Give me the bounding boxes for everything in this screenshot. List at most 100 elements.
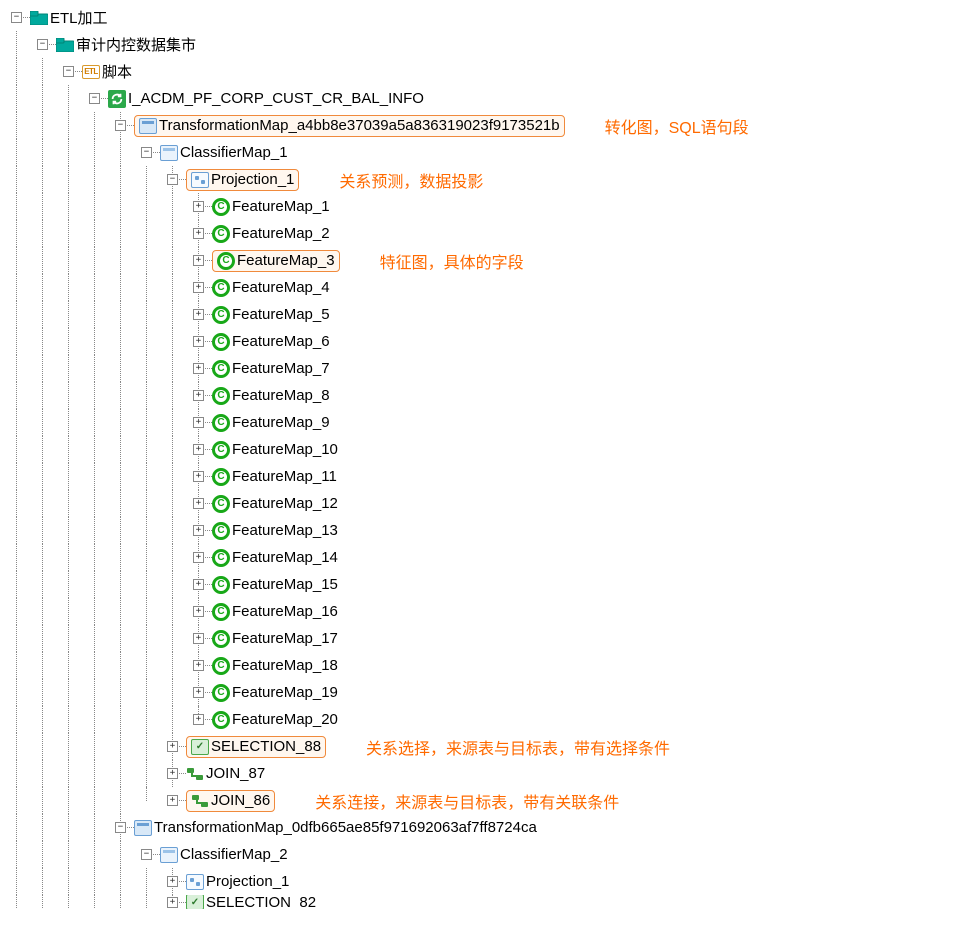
toggle-plus-icon[interactable]: + xyxy=(193,309,204,320)
toggle-plus-icon[interactable]: + xyxy=(193,552,204,563)
node-label: SELECTION_88 xyxy=(211,738,321,755)
toggle-plus-icon[interactable]: + xyxy=(167,795,178,806)
highlight-box: Projection_1 xyxy=(186,169,299,191)
tree-node-audit[interactable]: − 审计内控数据集市 xyxy=(4,31,976,58)
node-label: FeatureMap_9 xyxy=(232,414,330,431)
tree-node-transmap-1[interactable]: − TransformationMap_a4bb8e37039a5a836319… xyxy=(4,112,976,139)
node-label: FeatureMap_3 xyxy=(237,252,335,269)
toggle-plus-icon[interactable]: + xyxy=(193,417,204,428)
toggle-plus-icon[interactable]: + xyxy=(167,876,178,887)
node-label: FeatureMap_12 xyxy=(232,495,338,512)
toggle-plus-icon[interactable]: + xyxy=(193,714,204,725)
toggle-minus-icon[interactable]: − xyxy=(115,822,126,833)
tree-node-featuremap[interactable]: + CFeatureMap_4 xyxy=(4,274,976,301)
toggle-plus-icon[interactable]: + xyxy=(167,741,178,752)
tree-node-featuremap[interactable]: +CFeatureMap_6 xyxy=(4,328,976,355)
toggle-plus-icon[interactable]: + xyxy=(167,768,178,779)
tree-node-featuremap[interactable]: +CFeatureMap_5 xyxy=(4,301,976,328)
toggle-minus-icon[interactable]: − xyxy=(167,174,178,185)
tree-node-featuremap[interactable]: +CFeatureMap_10 xyxy=(4,436,976,463)
folder-icon xyxy=(30,9,48,27)
toggle-plus-icon[interactable]: + xyxy=(167,897,178,908)
featuremap-icon: C xyxy=(212,468,230,486)
tree-node-projection-1[interactable]: − Projection_1 关系预测，数据投影 xyxy=(4,166,976,193)
tree-node-featuremap[interactable]: +CFeatureMap_8 xyxy=(4,382,976,409)
tree-node-classmap-1[interactable]: − ClassifierMap_1 xyxy=(4,139,976,166)
tree-node-featuremap[interactable]: +CFeatureMap_17 xyxy=(4,625,976,652)
featuremap-icon: C xyxy=(212,522,230,540)
featuremap-icon: C xyxy=(212,603,230,621)
tree-node-join-87[interactable]: + JOIN_87 xyxy=(4,760,976,787)
featuremap-icon: C xyxy=(212,657,230,675)
tree-node-featuremap[interactable]: +CFeatureMap_3特征图，具体的字段 xyxy=(4,247,976,274)
join-icon xyxy=(191,792,209,810)
tree-node-featuremap[interactable]: +CFeatureMap_19 xyxy=(4,679,976,706)
node-label: FeatureMap_4 xyxy=(232,279,330,296)
tree-node-featuremap[interactable]: +CFeatureMap_2 xyxy=(4,220,976,247)
toggle-plus-icon[interactable]: + xyxy=(193,201,204,212)
toggle-plus-icon[interactable]: + xyxy=(193,471,204,482)
toggle-minus-icon[interactable]: − xyxy=(141,147,152,158)
node-label: FeatureMap_15 xyxy=(232,576,338,593)
node-label: FeatureMap_2 xyxy=(232,225,330,242)
toggle-minus-icon[interactable]: − xyxy=(115,120,126,131)
classifier-map-icon xyxy=(160,846,178,864)
toggle-minus-icon[interactable]: − xyxy=(89,93,100,104)
toggle-plus-icon[interactable]: + xyxy=(193,228,204,239)
featuremap-icon: C xyxy=(212,495,230,513)
featuremap-icon: C xyxy=(212,360,230,378)
tree-node-featuremap[interactable]: +CFeatureMap_11 xyxy=(4,463,976,490)
highlight-box: TransformationMap_a4bb8e37039a5a83631902… xyxy=(134,115,565,137)
toggle-plus-icon[interactable]: + xyxy=(193,363,204,374)
tree-view: − ETL加工 − 审计内控数据集市 − ETL 脚本 − I_ACDM_PF_… xyxy=(4,4,976,909)
tree-node-classmap-2[interactable]: − ClassifierMap_2 xyxy=(4,841,976,868)
toggle-minus-icon[interactable]: − xyxy=(141,849,152,860)
node-label: TransformationMap_a4bb8e37039a5a83631902… xyxy=(159,117,560,134)
toggle-plus-icon[interactable]: + xyxy=(193,282,204,293)
tree-node-selection-88[interactable]: + ✓ SELECTION_88 关系选择，来源表与目标表，带有选择条件 xyxy=(4,733,976,760)
tree-node-featuremap[interactable]: +CFeatureMap_1 xyxy=(4,193,976,220)
node-label: I_ACDM_PF_CORP_CUST_CR_BAL_INFO xyxy=(128,90,424,107)
toggle-minus-icon[interactable]: − xyxy=(63,66,74,77)
tree-node-join-86[interactable]: + JOIN_86 关系连接，来源表与目标表，带有关联条件 xyxy=(4,787,976,814)
toggle-plus-icon[interactable]: + xyxy=(193,336,204,347)
toggle-plus-icon[interactable]: + xyxy=(193,633,204,644)
tree-node-proc[interactable]: − I_ACDM_PF_CORP_CUST_CR_BAL_INFO xyxy=(4,85,976,112)
toggle-plus-icon[interactable]: + xyxy=(193,390,204,401)
tree-node-root[interactable]: − ETL加工 xyxy=(4,4,976,31)
tree-node-featuremap[interactable]: +CFeatureMap_15 xyxy=(4,571,976,598)
tree-node-featuremap[interactable]: + CFeatureMap_12 xyxy=(4,490,976,517)
selection-icon: ✓ xyxy=(191,738,209,756)
folder-icon xyxy=(56,36,74,54)
tree-node-featuremap[interactable]: +CFeatureMap_9 xyxy=(4,409,976,436)
featuremap-icon: C xyxy=(212,279,230,297)
toggle-minus-icon[interactable]: − xyxy=(11,12,22,23)
tree-node-featuremap[interactable]: +CFeatureMap_14 xyxy=(4,544,976,571)
classifier-map-icon xyxy=(160,144,178,162)
tree-node-transmap-2[interactable]: − TransformationMap_0dfb665ae85f97169206… xyxy=(4,814,976,841)
tree-node-featuremap[interactable]: +CFeatureMap_7 xyxy=(4,355,976,382)
tree-node-featuremap[interactable]: +CFeatureMap_20 xyxy=(4,706,976,733)
highlight-box: CFeatureMap_3 xyxy=(212,250,340,272)
annotation-text: 关系选择，来源表与目标表，带有选择条件 xyxy=(366,735,670,759)
etl-icon: ETL xyxy=(82,63,100,81)
node-label: ETL加工 xyxy=(50,7,108,28)
node-label: FeatureMap_18 xyxy=(232,657,338,674)
node-label: ClassifierMap_2 xyxy=(180,846,288,863)
toggle-plus-icon[interactable]: + xyxy=(193,525,204,536)
toggle-plus-icon[interactable]: + xyxy=(193,660,204,671)
toggle-plus-icon[interactable]: + xyxy=(193,606,204,617)
tree-node-featuremap[interactable]: +CFeatureMap_16 xyxy=(4,598,976,625)
featuremap-icon: C xyxy=(212,333,230,351)
toggle-plus-icon[interactable]: + xyxy=(193,687,204,698)
toggle-plus-icon[interactable]: + xyxy=(193,579,204,590)
tree-node-featuremap[interactable]: +CFeatureMap_13 xyxy=(4,517,976,544)
toggle-plus-icon[interactable]: + xyxy=(193,255,204,266)
tree-node-projection-2[interactable]: + Projection_1 xyxy=(4,868,976,895)
tree-node-script[interactable]: − ETL 脚本 xyxy=(4,58,976,85)
tree-node-featuremap[interactable]: + CFeatureMap_18 xyxy=(4,652,976,679)
toggle-minus-icon[interactable]: − xyxy=(37,39,48,50)
toggle-plus-icon[interactable]: + xyxy=(193,498,204,509)
toggle-plus-icon[interactable]: + xyxy=(193,444,204,455)
tree-node-selection-82[interactable]: + ✓ SELECTION_82 xyxy=(4,895,976,909)
